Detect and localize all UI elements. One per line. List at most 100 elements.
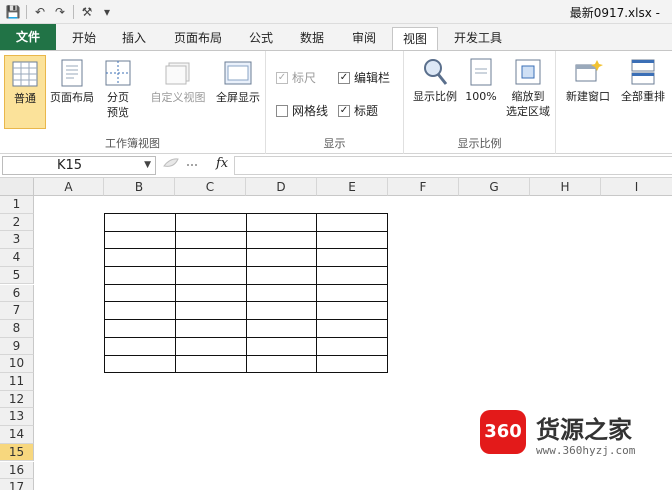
table-cell[interactable] xyxy=(174,213,247,232)
row-header[interactable]: 14 xyxy=(0,426,34,444)
column-header[interactable]: F xyxy=(388,178,459,196)
gridlines-checkbox[interactable]: 网格线 xyxy=(276,102,328,119)
column-header[interactable]: G xyxy=(459,178,530,196)
row-header[interactable]: 10 xyxy=(0,355,34,373)
table-cell[interactable] xyxy=(104,283,176,303)
row-header[interactable]: 9 xyxy=(0,337,34,356)
customize-icon[interactable]: ▾ xyxy=(98,3,116,21)
zoom-to-selection-button[interactable]: 缩放到 选定区域 xyxy=(502,57,554,137)
formula-bar-checkbox[interactable]: ✓ 编辑栏 xyxy=(338,69,390,86)
ruler-checkbox[interactable]: ✓ 标尺 xyxy=(276,69,316,86)
insert-function-button[interactable]: fx xyxy=(216,156,228,171)
table-cell[interactable] xyxy=(245,266,318,285)
bordered-table[interactable] xyxy=(104,213,388,374)
table-cell[interactable] xyxy=(245,230,318,250)
page-layout-view-button[interactable]: 页面布局 xyxy=(48,58,96,130)
table-cell[interactable] xyxy=(245,319,318,338)
headings-checkbox[interactable]: ✓ 标题 xyxy=(338,102,378,119)
table-cell[interactable] xyxy=(104,354,176,374)
row-header[interactable]: 11 xyxy=(0,373,34,391)
tab-file[interactable]: 文件 xyxy=(0,24,56,50)
name-box[interactable]: K15 ▼ xyxy=(2,156,156,175)
full-screen-button[interactable]: 全屏显示 xyxy=(212,58,264,130)
column-header[interactable]: D xyxy=(246,178,317,196)
row-header[interactable]: 8 xyxy=(0,319,34,338)
row-header[interactable]: 4 xyxy=(0,249,34,267)
table-cell[interactable] xyxy=(174,283,247,303)
row-header[interactable]: 17 xyxy=(0,479,34,490)
row-header[interactable]: 6 xyxy=(0,284,34,303)
column-header[interactable]: A xyxy=(34,178,104,196)
zoom-button[interactable]: 显示比例 xyxy=(408,57,462,129)
table-cell[interactable] xyxy=(245,301,318,321)
tab-page-layout[interactable]: 页面布局 xyxy=(164,27,232,50)
ribbon: 普通 页面布局 分页 预览 自定义视图 全屏显示 工作簿视图 ✓ 标尺 ✓ 编辑… xyxy=(0,50,672,154)
select-all-button[interactable] xyxy=(0,178,34,196)
save-icon[interactable]: 💾 xyxy=(4,3,22,21)
name-box-dropdown-icon[interactable]: ▼ xyxy=(144,157,151,174)
table-cell[interactable] xyxy=(104,266,176,285)
row-header[interactable]: 1 xyxy=(0,196,34,214)
table-cell[interactable] xyxy=(316,283,388,303)
table-cell[interactable] xyxy=(174,336,247,356)
tab-formulas[interactable]: 公式 xyxy=(240,27,282,50)
arrange-all-button[interactable]: 全部重排 xyxy=(616,57,670,129)
table-cell[interactable] xyxy=(104,230,176,250)
spreadsheet-grid[interactable]: A B C D E F G H I 1 2 3 4 5 6 7 8 9 10 1… xyxy=(0,178,672,490)
normal-view-button[interactable]: 普通 xyxy=(4,55,46,129)
formula-bar: K15 ▼ fx xyxy=(0,154,672,178)
row-header[interactable]: 5 xyxy=(0,266,34,285)
tab-view[interactable]: 视图 xyxy=(392,27,438,50)
column-header[interactable]: C xyxy=(175,178,246,196)
table-cell[interactable] xyxy=(174,248,247,268)
table-cell[interactable] xyxy=(245,336,318,356)
column-header[interactable]: E xyxy=(317,178,388,196)
table-cell[interactable] xyxy=(245,213,318,232)
table-cell[interactable] xyxy=(245,248,318,268)
tools-icon[interactable]: ⚒ xyxy=(78,3,96,21)
column-header[interactable]: I xyxy=(601,178,672,196)
tab-insert[interactable]: 插入 xyxy=(112,27,156,50)
row-header[interactable]: 3 xyxy=(0,231,34,250)
row-header[interactable]: 13 xyxy=(0,408,34,427)
row-header[interactable]: 16 xyxy=(0,461,34,480)
table-cell[interactable] xyxy=(104,213,176,232)
table-cell[interactable] xyxy=(316,266,388,285)
row-header[interactable]: 12 xyxy=(0,390,34,409)
column-header[interactable]: H xyxy=(530,178,601,196)
tab-developer[interactable]: 开发工具 xyxy=(444,27,512,50)
row-header[interactable]: 2 xyxy=(0,213,34,232)
table-cell[interactable] xyxy=(104,319,176,338)
row-header[interactable]: 7 xyxy=(0,302,34,320)
row-header-selected[interactable]: 15 xyxy=(0,443,34,462)
column-header[interactable]: B xyxy=(104,178,175,196)
tab-data[interactable]: 数据 xyxy=(290,27,334,50)
table-cell[interactable] xyxy=(174,301,247,321)
undo-icon[interactable]: ↶ xyxy=(31,3,49,21)
table-cell[interactable] xyxy=(316,354,388,374)
table-cell[interactable] xyxy=(316,319,388,338)
table-cell[interactable] xyxy=(316,213,388,232)
table-cell[interactable] xyxy=(316,301,388,321)
table-cell[interactable] xyxy=(316,336,388,356)
custom-views-button[interactable]: 自定义视图 xyxy=(146,58,210,130)
table-cell[interactable] xyxy=(316,230,388,250)
page-break-preview-button[interactable]: 分页 预览 xyxy=(98,58,138,130)
redo-icon[interactable]: ↷ xyxy=(51,3,69,21)
zoom-100-button[interactable]: 100% xyxy=(462,57,500,129)
table-cell[interactable] xyxy=(174,266,247,285)
tab-review[interactable]: 审阅 xyxy=(342,27,386,50)
table-cell[interactable] xyxy=(245,354,318,374)
tab-home[interactable]: 开始 xyxy=(62,27,106,50)
watermark-logo: 360 xyxy=(480,410,526,454)
table-cell[interactable] xyxy=(174,319,247,338)
table-cell[interactable] xyxy=(104,336,176,356)
table-cell[interactable] xyxy=(316,248,388,268)
table-cell[interactable] xyxy=(104,248,176,268)
new-window-button[interactable]: 新建窗口 xyxy=(562,57,614,129)
table-cell[interactable] xyxy=(245,283,318,303)
formula-input[interactable] xyxy=(234,156,672,175)
table-cell[interactable] xyxy=(104,301,176,321)
table-cell[interactable] xyxy=(174,230,247,250)
table-cell[interactable] xyxy=(174,354,247,374)
